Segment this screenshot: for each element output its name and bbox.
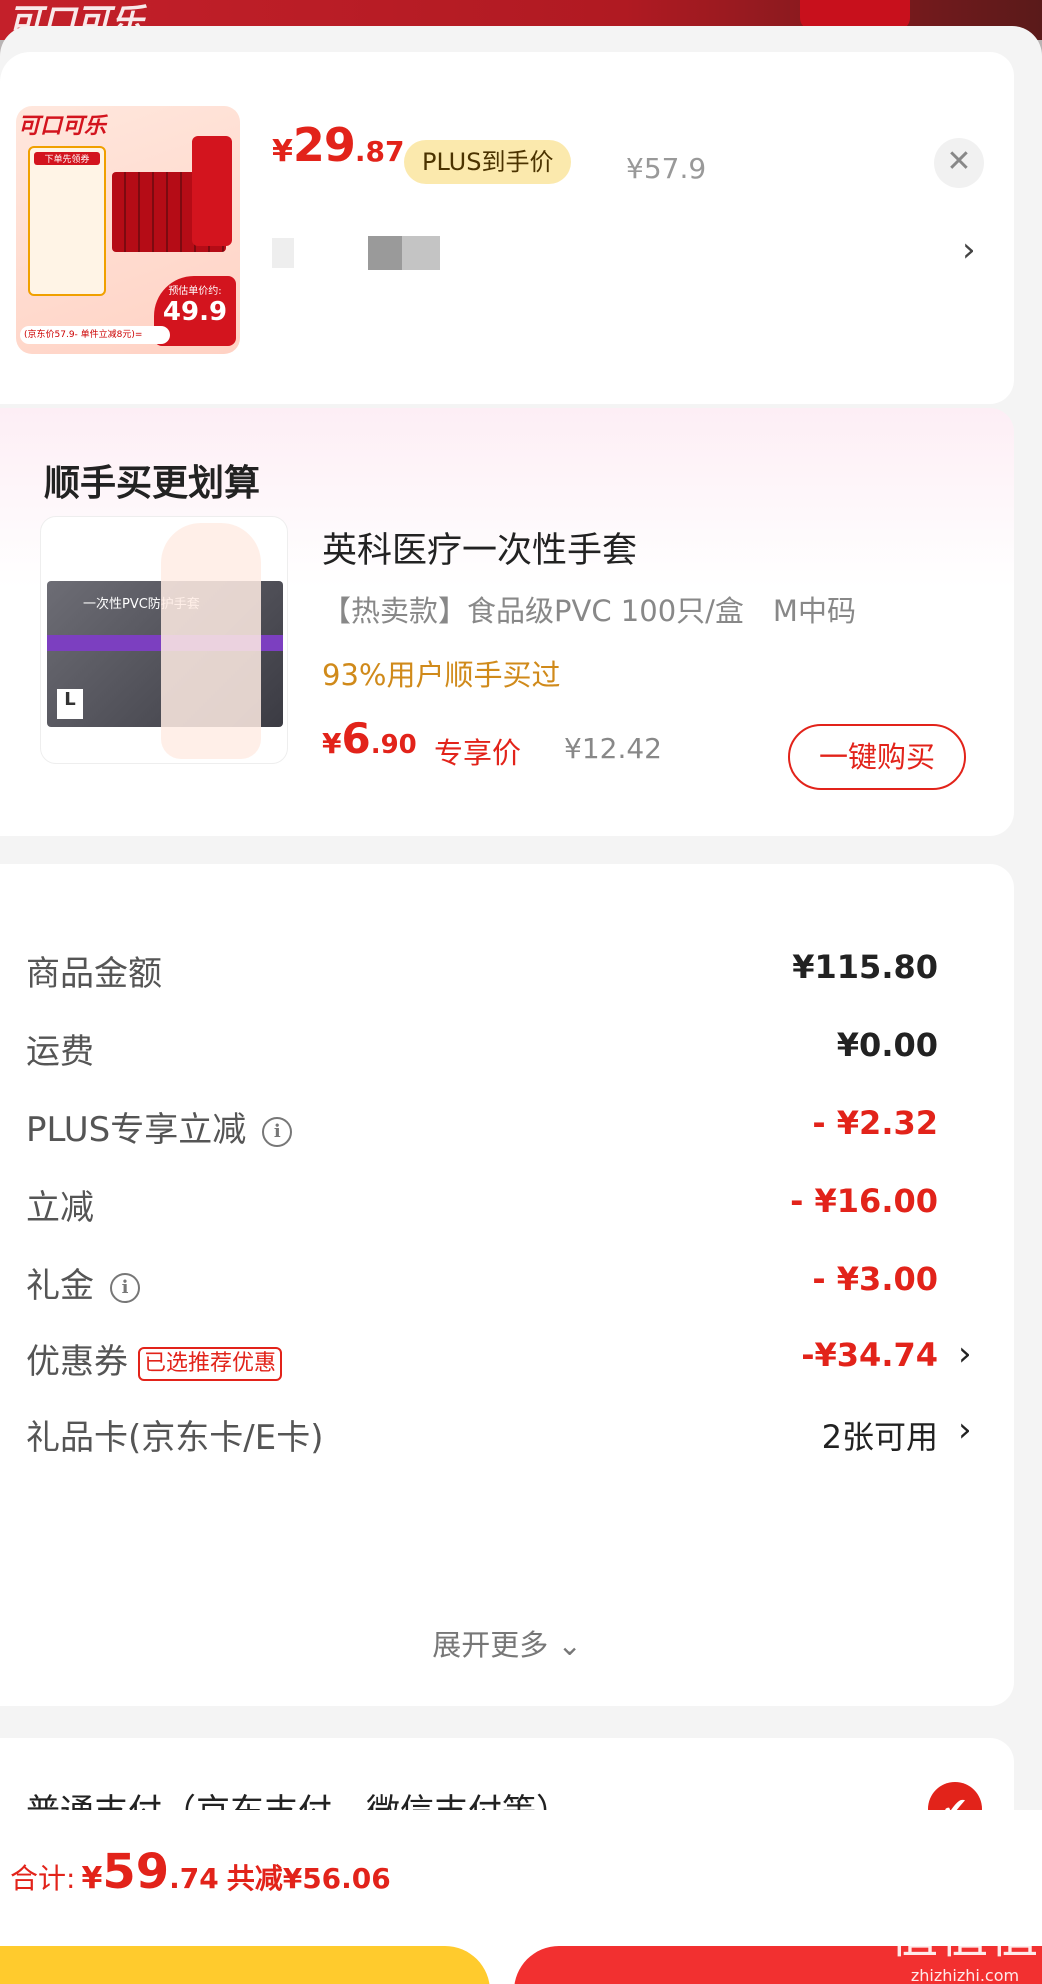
info-icon[interactable]: i: [262, 1116, 293, 1147]
total-savings: 共减¥56.06: [226, 1862, 391, 1895]
expand-more-button[interactable]: 展开更多 ⌄: [0, 1622, 1014, 1664]
product-price: ¥29.87: [272, 118, 405, 172]
row-plus-discount: PLUS专享立减 i - ¥2.32: [26, 1104, 938, 1150]
row-shipping: 运费 ¥0.00: [26, 1026, 938, 1072]
upsell-social-proof: 93%用户顺手买过: [322, 658, 561, 692]
row-coupon[interactable]: 优惠券 已选推荐优惠 -¥34.74 ›: [0, 1328, 1014, 1388]
upsell-price-tag: 专享价: [434, 736, 522, 770]
order-total: 合计: ¥59.74 共减¥56.06: [10, 1844, 391, 1900]
close-icon[interactable]: ✕: [934, 138, 984, 188]
upsell-price: ¥6.90: [322, 714, 417, 763]
site-watermark: 值值值 zhizhizhi.com: [890, 1908, 1041, 1984]
secondary-action-button[interactable]: [0, 1946, 490, 1984]
one-click-buy-button[interactable]: 一键购买: [788, 724, 966, 790]
row-gift-money: 礼金 i - ¥3.00: [26, 1260, 938, 1306]
upsell-image-size: L: [57, 689, 83, 719]
product-image[interactable]: 可口可乐 下单先领券 预估单价约: 49.9 (京东价57.9- 单件立减8元)…: [16, 106, 240, 354]
row-instant-discount: 立减 - ¥16.00: [26, 1182, 938, 1228]
row-gift-card[interactable]: 礼品卡(京东卡/E卡) 2张可用 ›: [0, 1404, 1014, 1464]
product-card: 可口可乐 下单先领券 预估单价约: 49.9 (京东价57.9- 单件立减8元)…: [0, 52, 1014, 404]
upsell-product-name[interactable]: 英科医疗一次性手套: [322, 522, 637, 573]
upsell-product-image[interactable]: 一次性PVC防护手套 L: [40, 516, 288, 764]
chevron-right-icon[interactable]: ›: [962, 230, 976, 270]
product-spec-selector[interactable]: [272, 232, 512, 272]
chevron-right-icon[interactable]: ›: [958, 1334, 972, 1374]
product-image-promo: 下单先领券: [28, 146, 106, 296]
row-subtotal: 商品金额 ¥115.80: [26, 948, 938, 994]
upsell-product-spec: 【热卖款】食品级PVC 100只/盒 M中码: [322, 594, 856, 628]
checkout-bottom-bar: 合计: ¥59.74 共减¥56.06: [0, 1810, 1042, 1984]
info-icon[interactable]: i: [110, 1272, 140, 1303]
product-image-strip: (京东价57.9- 单件立减8元)=: [20, 326, 170, 344]
upsell-card: 顺手买更划算 一次性PVC防护手套 L 英科医疗一次性手套 【热卖款】食品级PV…: [0, 408, 1014, 836]
chevron-right-icon[interactable]: ›: [958, 1410, 972, 1450]
original-price: ¥57.9: [626, 152, 707, 185]
glove-illustration: [161, 523, 261, 759]
price-detail-card: 商品金额 ¥115.80 运费 ¥0.00 PLUS专享立减 i - ¥2.32 …: [0, 864, 1014, 1706]
product-image-brand: 可口可乐: [18, 113, 107, 139]
upsell-title: 顺手买更划算: [44, 463, 261, 504]
coupon-badge: 已选推荐优惠: [138, 1346, 283, 1381]
product-image-can: [192, 136, 232, 246]
plus-price-tag: PLUS到手价: [404, 140, 572, 184]
upsell-original-price: ¥12.42: [564, 732, 662, 765]
checkout-sheet: 可口可乐 下单先领券 预估单价约: 49.9 (京东价57.9- 单件立减8元)…: [0, 26, 1042, 1984]
